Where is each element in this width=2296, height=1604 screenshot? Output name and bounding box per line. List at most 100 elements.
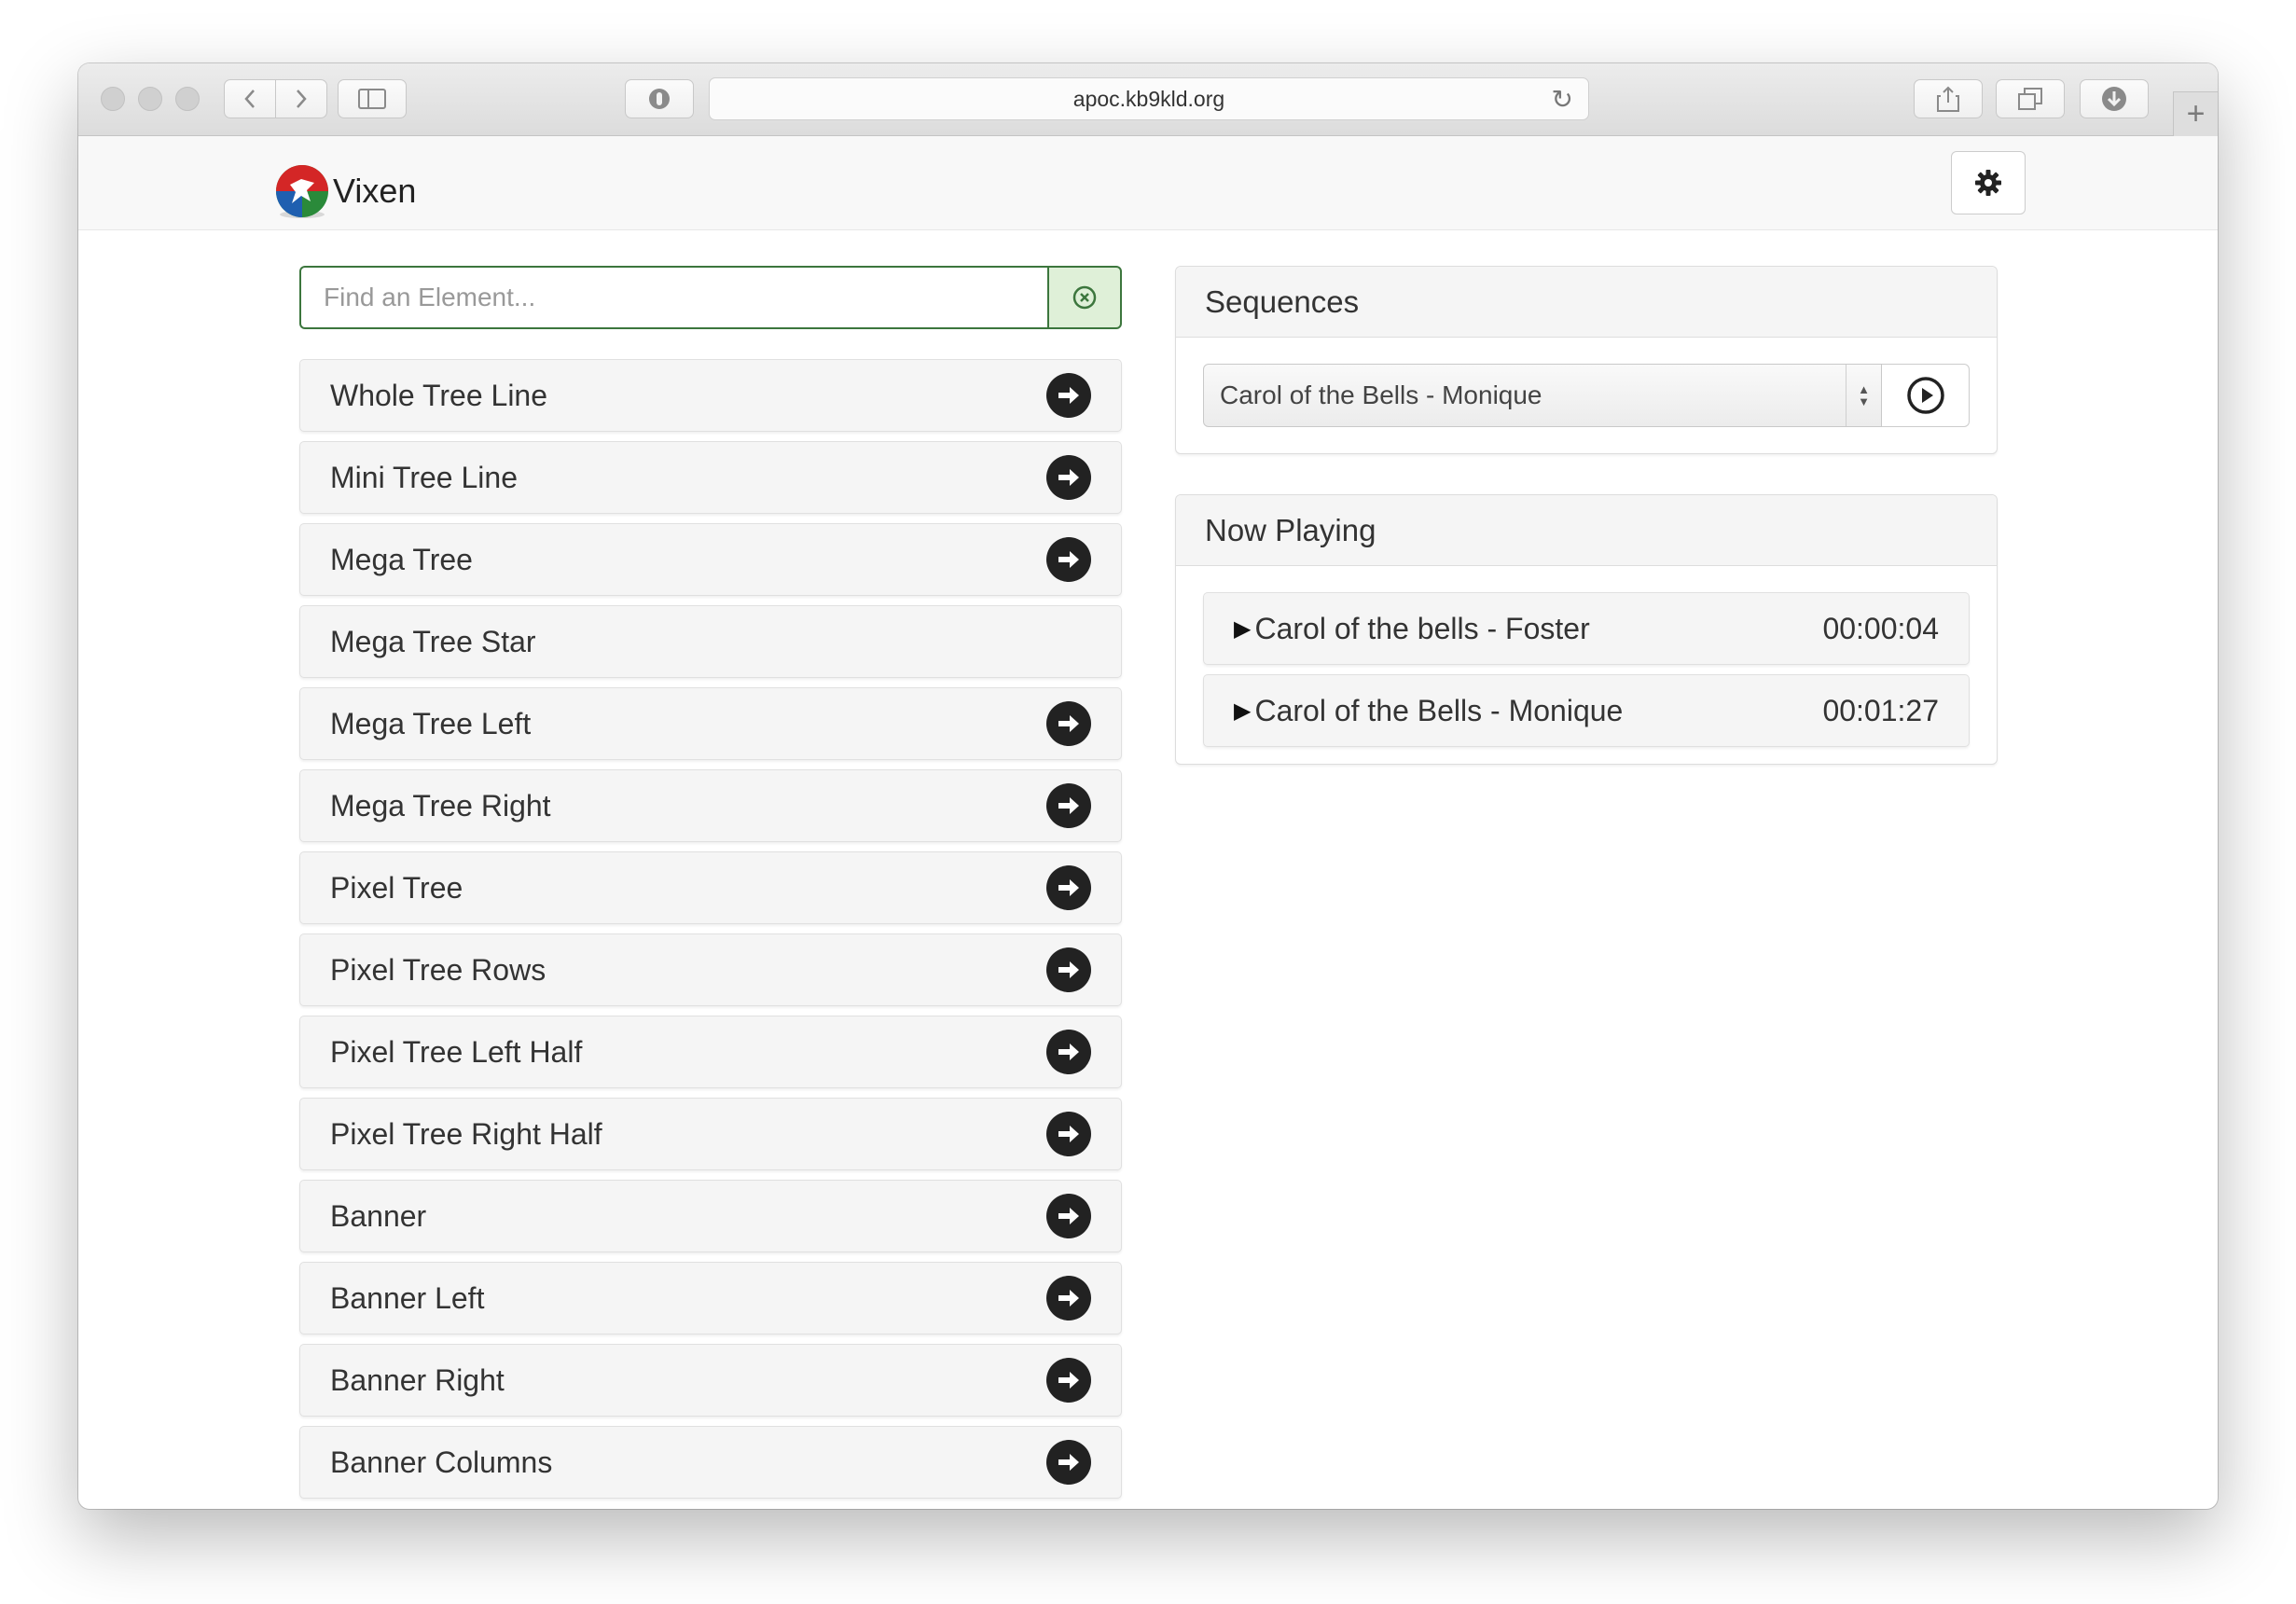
brand-name: Vixen [333,172,417,210]
now-playing-item-left: ▶ Carol of the bells - Foster [1234,612,1590,646]
element-search-input[interactable] [299,266,1047,329]
close-window-button[interactable] [101,87,125,111]
element-go-button[interactable] [1046,1358,1091,1403]
arrow-right-icon [1058,1208,1079,1224]
share-icon [1937,86,1959,112]
sequences-body: Carol of the Bells - Monique ▲ ▼ [1176,338,1997,453]
app-navbar: Vixen [78,136,2218,230]
play-sequence-button[interactable] [1882,364,1970,427]
element-go-button[interactable] [1046,1030,1091,1074]
element-name: Pixel Tree Rows [330,952,546,987]
element-go-button[interactable] [1046,537,1091,582]
arrow-right-icon [1058,715,1079,732]
element-name: Banner Left [330,1280,485,1315]
arrow-right-icon [1058,551,1079,568]
element-list-item[interactable]: Mega Tree Left [299,687,1122,760]
arrow-right-icon [1058,387,1079,404]
privacy-button[interactable] [625,79,694,118]
new-tab-button[interactable]: + [2173,91,2218,136]
sequences-panel: Sequences Carol of the Bells - Monique ▲… [1175,266,1998,454]
address-bar[interactable]: apoc.kb9kld.org ↻ [709,77,1589,120]
hand-icon [649,89,670,109]
gear-icon [1975,170,2001,196]
arrow-right-icon [1058,961,1079,978]
forward-button[interactable] [275,79,327,118]
element-list-item[interactable]: Banner Left [299,1262,1122,1334]
sidebar-button[interactable] [338,79,407,118]
element-go-button[interactable] [1046,1440,1091,1485]
element-name: Mega Tree Left [330,706,532,740]
element-list-item[interactable]: Mega Tree Star [299,605,1122,678]
element-name: Banner [330,1198,427,1233]
back-button[interactable] [224,79,276,118]
element-name: Mega Tree Star [330,624,536,658]
now-playing-item-left: ▶ Carol of the Bells - Monique [1234,694,1623,728]
sequence-selector-row: Carol of the Bells - Monique ▲ ▼ [1203,364,1970,427]
clear-circle-icon [1072,285,1097,310]
browser-window: apoc.kb9kld.org ↻ + Vixen Find an Elemen… [78,63,2218,1509]
element-name: Banner Right [330,1362,505,1397]
expand-caret-icon[interactable]: ▶ [1234,615,1251,643]
element-go-button[interactable] [1046,1194,1091,1238]
now-playing-item[interactable]: ▶ Carol of the Bells - Monique 00:01:27 [1203,674,1970,747]
brand-link[interactable]: Vixen [273,162,416,220]
element-list-item[interactable]: Pixel Tree Rows [299,933,1122,1006]
element-name: Pixel Tree Left Half [330,1034,583,1069]
element-name: Mega Tree Right [330,788,551,823]
element-go-button[interactable] [1046,1112,1091,1156]
arrow-right-icon [1058,797,1079,814]
element-list: Whole Tree Line Mini Tree Line Mega Tree Me… [299,359,1122,1508]
element-go-button[interactable] [1046,701,1091,746]
downloads-button[interactable] [2080,79,2149,118]
sequence-select[interactable]: Carol of the Bells - Monique ▲ ▼ [1203,364,1882,427]
chevron-left-icon [244,90,255,108]
url-text: apoc.kb9kld.org [1072,86,1225,111]
element-search-group [299,266,1122,329]
now-playing-time: 00:00:04 [1822,611,1939,645]
download-icon [2102,87,2126,111]
vixen-logo-icon [273,162,331,220]
element-list-item[interactable]: Mega Tree Right [299,769,1122,842]
element-list-item[interactable]: Pixel Tree Left Half [299,1016,1122,1088]
element-go-button[interactable] [1046,947,1091,992]
element-go-button[interactable] [1046,865,1091,910]
share-button[interactable] [1914,79,1983,118]
element-list-item[interactable]: Whole Tree Line [299,359,1122,432]
reload-icon[interactable]: ↻ [1552,84,1573,115]
minimize-window-button[interactable] [138,87,162,111]
arrow-right-icon [1058,1044,1079,1060]
arrow-right-icon [1058,469,1079,486]
element-go-button[interactable] [1046,373,1091,418]
play-circle-icon [1906,377,1944,414]
element-list-item[interactable]: Banner [299,1180,1122,1252]
settings-button[interactable] [1951,151,2026,214]
element-list-item[interactable]: Banner Columns [299,1426,1122,1499]
element-list-item[interactable]: Pixel Tree [299,851,1122,924]
arrow-right-icon [1058,1126,1079,1142]
now-playing-title: Carol of the Bells - Monique [1254,693,1624,727]
element-go-button[interactable] [1046,455,1091,500]
tabs-overview-button[interactable] [1996,79,2065,118]
arrow-right-icon [1058,1372,1079,1389]
arrow-right-icon [1058,1454,1079,1471]
now-playing-item[interactable]: ▶ Carol of the bells - Foster 00:00:04 [1203,592,1970,665]
clear-search-button[interactable] [1047,266,1122,329]
element-go-button[interactable] [1046,783,1091,828]
element-name: Mega Tree [330,542,473,576]
element-name: Mini Tree Line [330,460,518,494]
plus-icon: + [2186,96,2206,131]
element-list-item[interactable]: Mega Tree [299,523,1122,596]
select-arrows-icon: ▲ ▼ [1846,365,1881,426]
element-list-item[interactable]: Banner Right [299,1344,1122,1417]
zoom-window-button[interactable] [175,87,200,111]
element-name: Pixel Tree Right Half [330,1116,602,1151]
element-list-item[interactable]: Pixel Tree Right Half [299,1098,1122,1170]
now-playing-list: ▶ Carol of the bells - Foster 00:00:04 ▶ Car… [1176,566,1997,764]
element-go-button[interactable] [1046,1276,1091,1321]
element-name: Whole Tree Line [330,378,548,412]
expand-caret-icon[interactable]: ▶ [1234,698,1251,725]
now-playing-time: 00:01:27 [1822,693,1939,727]
tabs-icon [2018,88,2042,110]
element-list-item[interactable]: Mini Tree Line [299,441,1122,514]
arrow-right-icon [1058,1290,1079,1307]
